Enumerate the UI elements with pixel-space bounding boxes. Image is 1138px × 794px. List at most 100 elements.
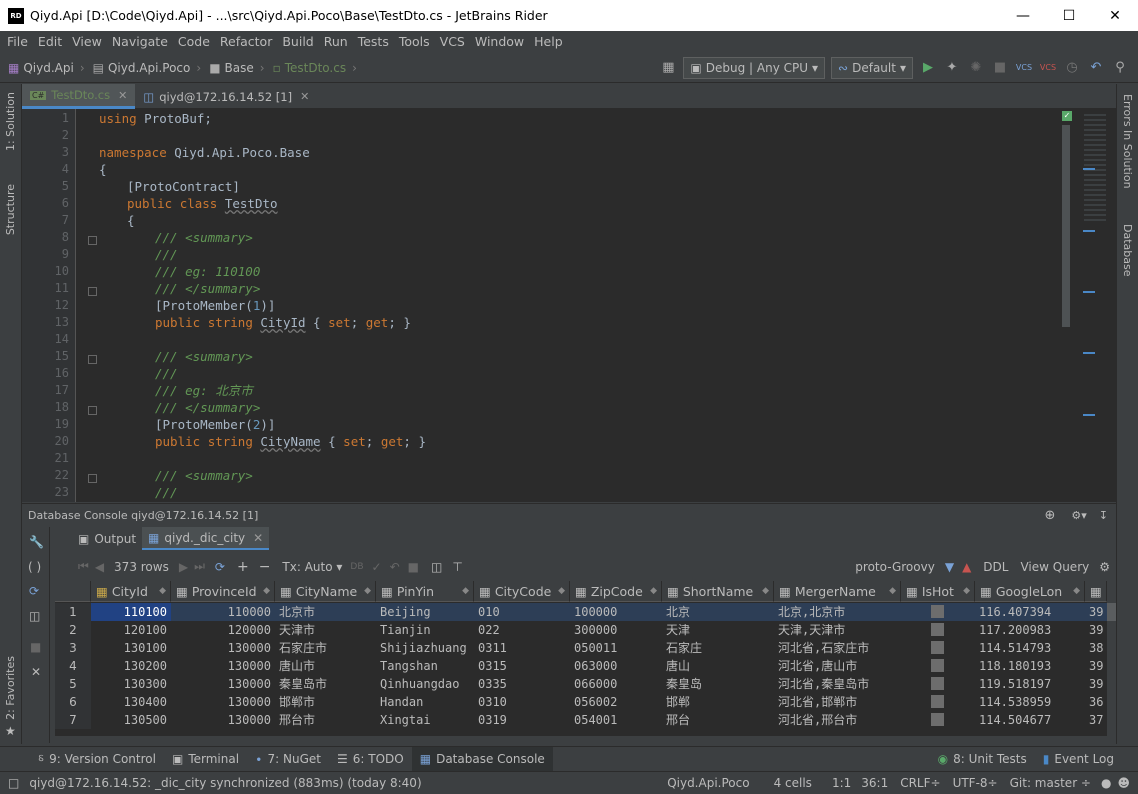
column-header-zipcode[interactable]: ▦ ZipCode ◆ xyxy=(570,581,662,602)
ishot-checkbox[interactable] xyxy=(931,677,944,690)
view-as-icon[interactable]: ◫ xyxy=(431,560,442,574)
cityname-cell[interactable]: 秦皇岛市 xyxy=(275,675,376,693)
menu-window[interactable]: Window xyxy=(470,31,529,53)
transaction-mode-select[interactable]: Tx: Auto ▾ xyxy=(282,560,342,574)
extractor-label[interactable]: proto-Groovy xyxy=(855,560,935,574)
revert-icon[interactable]: ↶ xyxy=(1086,58,1106,78)
citycode-cell[interactable]: 0311 xyxy=(474,639,570,657)
mergername-cell[interactable]: 河北省,石家庄市 xyxy=(774,639,901,657)
menu-vcs[interactable]: VCS xyxy=(435,31,470,53)
pinyin-cell[interactable]: Beijing xyxy=(376,603,474,621)
column-header-cityid[interactable]: ▦ CityId ◆ xyxy=(91,581,171,602)
pinyin-cell[interactable]: Qinhuangdao xyxy=(376,675,474,693)
column-header-pinyin[interactable]: ▦ PinYin ◆ xyxy=(376,581,474,602)
citycode-cell[interactable]: 010 xyxy=(474,603,570,621)
git-branch-select[interactable]: Git: master ÷ xyxy=(1010,776,1091,790)
breadcrumb-project[interactable]: ▤ Qiyd.Api.Poco › xyxy=(93,61,202,75)
next-column-cell[interactable]: 37 xyxy=(1085,711,1107,729)
run-profile-select[interactable]: ∾ Default ▾ xyxy=(831,56,913,79)
configuration-select[interactable]: ▣ Debug | Any CPU ▾ xyxy=(683,56,826,79)
add-row-icon[interactable]: + xyxy=(237,559,249,575)
tab-dic-city[interactable]: ▦ qiyd._dic_city ✕ xyxy=(142,527,270,550)
breadcrumb-solution[interactable]: ▦ Qiyd.Api › xyxy=(8,61,85,75)
rollback-icon[interactable]: ↶ xyxy=(390,560,400,574)
next-page-icon[interactable]: ▶ xyxy=(179,560,188,574)
nuget-tool-button[interactable]: ∙ 7: NuGet xyxy=(247,747,329,772)
run-icon[interactable]: ▶ xyxy=(918,58,938,78)
provinceid-cell[interactable]: 110000 xyxy=(171,603,275,621)
tab-testdto[interactable]: C# TestDto.cs ✕ xyxy=(22,84,136,109)
errors-in-solution-tool-button[interactable]: Errors In Solution xyxy=(1121,94,1134,189)
lock-icon[interactable]: ● xyxy=(1101,776,1111,790)
provinceid-cell[interactable]: 130000 xyxy=(171,675,275,693)
ishot-cell[interactable] xyxy=(901,711,975,729)
line-separator-select[interactable]: CRLF÷ xyxy=(900,776,940,790)
cancel-icon[interactable]: ■ xyxy=(408,560,419,574)
cityname-cell[interactable]: 北京市 xyxy=(275,603,376,621)
column-header-more[interactable]: ▦ xyxy=(1085,581,1107,602)
cityid-cell[interactable]: 130200 xyxy=(91,657,171,675)
column-header-mergername[interactable]: ▦ MergerName ◆ xyxy=(774,581,901,602)
pinyin-cell[interactable]: Tangshan xyxy=(376,657,474,675)
zipcode-cell[interactable]: 066000 xyxy=(570,675,662,693)
upload-icon[interactable]: ▲ xyxy=(962,560,971,574)
encoding-select[interactable]: UTF-8÷ xyxy=(953,776,998,790)
terminal-tool-button[interactable]: ▣ Terminal xyxy=(164,747,247,772)
table-row[interactable]: 5 130300 130000 秦皇岛市 Qinhuangdao 0335 066000 秦皇… xyxy=(55,675,1116,693)
inspector-icon[interactable]: ☻ xyxy=(1117,776,1130,790)
mergername-cell[interactable]: 天津,天津市 xyxy=(774,621,901,639)
close-button[interactable]: ✕ xyxy=(1092,0,1138,31)
menu-build[interactable]: Build xyxy=(277,31,318,53)
event-log-tool-button[interactable]: ▮ Event Log xyxy=(1035,747,1122,772)
pinyin-cell[interactable]: Handan xyxy=(376,693,474,711)
fold-marker-icon[interactable] xyxy=(88,355,97,364)
citycode-cell[interactable]: 0315 xyxy=(474,657,570,675)
menu-tools[interactable]: Tools xyxy=(394,31,435,53)
build-icon[interactable]: ▦ xyxy=(658,58,678,78)
table-row[interactable]: 3 130100 130000 石家庄市 Shijiazhuang 0311 050011 石… xyxy=(55,639,1116,657)
cityname-cell[interactable]: 天津市 xyxy=(275,621,376,639)
vcs-update-icon[interactable]: VCS xyxy=(1014,58,1034,78)
result-grid[interactable]: ▦ CityId ◆ ▦ ProvinceId ◆ ▦ CityName ◆ ▦ PinYin… xyxy=(55,581,1116,736)
target-icon[interactable]: ⊕ xyxy=(1044,508,1055,523)
attach-icon[interactable]: ✺ xyxy=(966,58,986,78)
column-header-provinceid[interactable]: ▦ ProvinceId ◆ xyxy=(171,581,275,602)
status-project[interactable]: Qiyd.Api.Poco xyxy=(667,776,749,790)
shortname-cell[interactable]: 石家庄 xyxy=(662,639,774,657)
code-minimap[interactable]: ✓ xyxy=(1060,109,1116,502)
ishot-checkbox[interactable] xyxy=(931,623,944,636)
commit-icon[interactable]: ✓ xyxy=(372,560,382,574)
settings-gear-icon[interactable]: ⚙ xyxy=(1099,560,1110,574)
zipcode-cell[interactable]: 300000 xyxy=(570,621,662,639)
search-icon[interactable]: ⚲ xyxy=(1110,58,1130,78)
cityid-cell[interactable]: 130500 xyxy=(91,711,171,729)
ishot-checkbox[interactable] xyxy=(931,641,944,654)
shortname-cell[interactable]: 秦皇岛 xyxy=(662,675,774,693)
editor-scrollbar[interactable] xyxy=(1062,125,1070,327)
provinceid-cell[interactable]: 130000 xyxy=(171,639,275,657)
close-icon[interactable]: ✕ xyxy=(31,665,41,679)
column-header-citycode[interactable]: ▦ CityCode ◆ xyxy=(474,581,570,602)
database-console-tool-button[interactable]: ▦ Database Console xyxy=(411,746,553,772)
cityname-cell[interactable]: 唐山市 xyxy=(275,657,376,675)
zipcode-cell[interactable]: 063000 xyxy=(570,657,662,675)
citycode-cell[interactable]: 0310 xyxy=(474,693,570,711)
minimize-button[interactable]: — xyxy=(1000,0,1046,31)
googlelon-cell[interactable]: 118.180193 xyxy=(975,657,1085,675)
unit-tests-tool-button[interactable]: ◉ 8: Unit Tests xyxy=(930,747,1035,772)
menu-run[interactable]: Run xyxy=(319,31,353,53)
database-tool-button[interactable]: Database xyxy=(1121,224,1134,277)
close-tab-icon[interactable]: ✕ xyxy=(118,89,127,102)
menu-code[interactable]: Code xyxy=(173,31,215,53)
fold-marker-icon[interactable] xyxy=(88,287,97,296)
version-control-tool-button[interactable]: ⸹ 9: Version Control xyxy=(30,747,164,772)
provinceid-cell[interactable]: 120000 xyxy=(171,621,275,639)
close-tab-icon[interactable]: ✕ xyxy=(300,90,309,103)
next-column-cell[interactable]: 39 xyxy=(1085,675,1107,693)
fold-marker-icon[interactable] xyxy=(88,406,97,415)
table-row[interactable]: 4 130200 130000 唐山市 Tangshan 0315 063000 唐山 河北省,… xyxy=(55,657,1116,675)
ishot-cell[interactable] xyxy=(901,639,975,657)
mergername-cell[interactable]: 河北省,邯郸市 xyxy=(774,693,901,711)
todo-tool-button[interactable]: ☰ 6: TODO xyxy=(329,747,412,772)
download-icon[interactable]: ▼ xyxy=(945,560,954,574)
